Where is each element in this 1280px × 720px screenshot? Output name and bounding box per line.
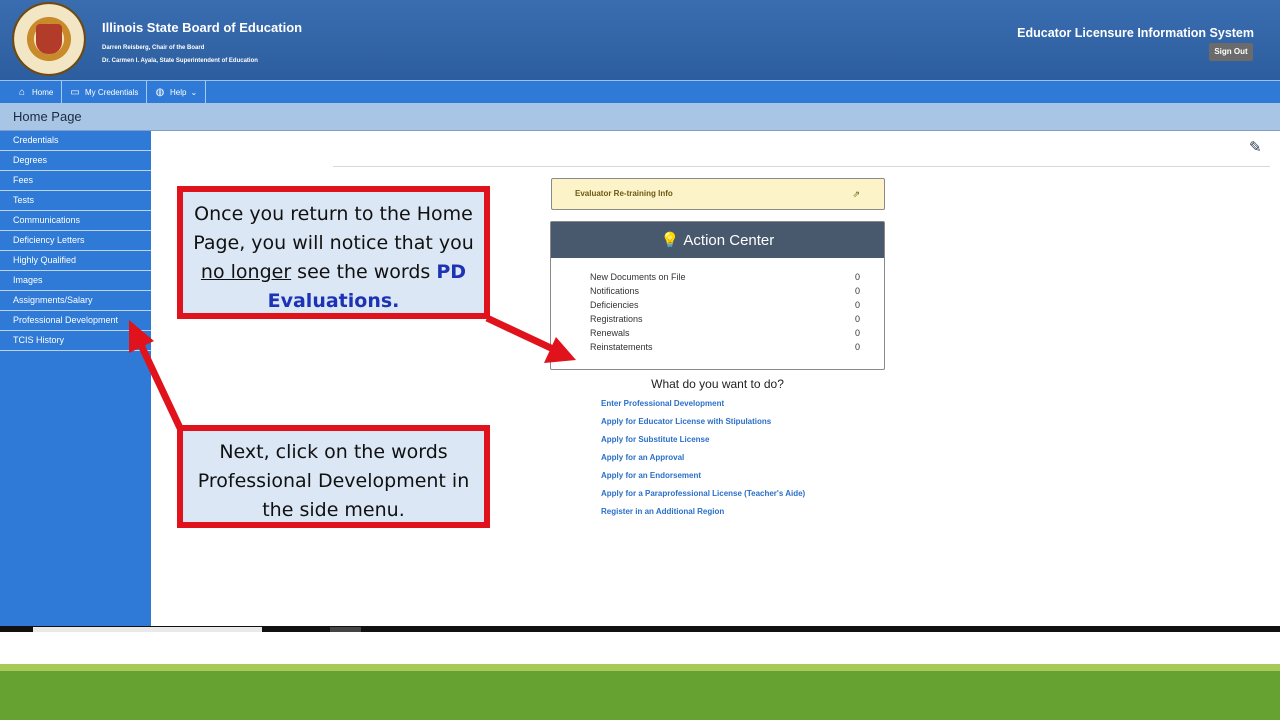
edit-icon[interactable]: ✎ [1249, 138, 1262, 156]
action-row-registrations: Registrations 0 [590, 314, 860, 324]
nav-home[interactable]: ⌂ Home [8, 81, 63, 103]
help-icon: ◍ [155, 86, 165, 98]
sidebar-item-communications[interactable]: Communications [0, 211, 151, 231]
sidebar-item-credentials[interactable]: Credentials [0, 131, 151, 151]
side-menu: Credentials Degrees Fees Tests Communica… [0, 131, 151, 627]
link-apply-endorsement[interactable]: Apply for an Endorsement [601, 471, 805, 489]
link-apply-paraprofessional-license[interactable]: Apply for a Paraprofessional License (Te… [601, 489, 805, 507]
underlined-text: no longer [200, 261, 292, 283]
sidebar-item-highly-qualified[interactable]: Highly Qualified [0, 251, 151, 271]
superintendent-line: Dr. Carmen I. Ayala, State Superintenden… [102, 58, 258, 64]
action-row-value: 0 [854, 272, 860, 282]
nav-my-credentials-label: My Credentials [85, 87, 139, 97]
sidebar-item-tests[interactable]: Tests [0, 191, 151, 211]
sidebar-item-fees[interactable]: Fees [0, 171, 151, 191]
taskbar-strip [0, 626, 1280, 632]
sidebar-item-assignments-salary[interactable]: Assignments/Salary [0, 291, 151, 311]
action-row-renewals: Renewals 0 [590, 328, 860, 338]
nav-help-label: Help [170, 87, 187, 97]
callout-return-home: Once you return to the Home Page, you wi… [177, 186, 490, 319]
action-row-value: 0 [854, 286, 860, 296]
sidebar-item-images[interactable]: Images [0, 271, 151, 291]
action-row-reinstatements: Reinstatements 0 [590, 342, 860, 352]
sidebar-item-degrees[interactable]: Degrees [0, 151, 151, 171]
link-apply-license-stipulations[interactable]: Apply for Educator License with Stipulat… [601, 417, 805, 435]
chevron-down-icon: ⌄ [190, 87, 198, 97]
slide: Illinois State Board of Education Darren… [0, 0, 1280, 720]
action-center-header: 💡 Action Center [551, 222, 884, 258]
action-row-new-documents: New Documents on File 0 [590, 272, 860, 282]
divider [333, 166, 1270, 167]
action-row-value: 0 [854, 300, 860, 310]
slide-footer-band [0, 664, 1280, 720]
retraining-info-label: Evaluator Re-training Info [575, 189, 673, 198]
nav-my-credentials[interactable]: ▭ My Credentials [61, 81, 148, 103]
home-icon: ⌂ [18, 86, 26, 98]
lightbulb-icon: 💡 [660, 232, 680, 249]
org-title: Illinois State Board of Education [102, 20, 303, 35]
task-links: Enter Professional Development Apply for… [601, 399, 805, 525]
sidebar-item-professional-development[interactable]: Professional Development [0, 311, 151, 331]
link-apply-substitute-license[interactable]: Apply for Substitute License [601, 435, 805, 453]
external-link-icon[interactable]: ⇗ [852, 189, 860, 200]
what-do-heading: What do you want to do? [651, 377, 784, 391]
action-row-value: 0 [854, 342, 860, 352]
chair-line: Darren Reisberg, Chair of the Board [102, 45, 205, 51]
page-title-bar: Home Page [0, 103, 1280, 131]
action-center-panel: 💡 Action Center New Documents on File 0 … [550, 221, 885, 370]
link-apply-approval[interactable]: Apply for an Approval [601, 453, 805, 471]
nav-home-label: Home [32, 87, 54, 97]
action-center-title: Action Center [683, 231, 775, 249]
sign-out-button[interactable]: Sign Out [1209, 43, 1253, 61]
action-row-value: 0 [854, 314, 860, 324]
link-enter-professional-development[interactable]: Enter Professional Development [601, 399, 805, 417]
app-header: Illinois State Board of Education Darren… [0, 0, 1280, 80]
sidebar-item-deficiency-letters[interactable]: Deficiency Letters [0, 231, 151, 251]
action-row-deficiencies: Deficiencies 0 [590, 300, 860, 310]
page-title: Home Page [13, 109, 82, 124]
monitor-icon: ▭ [70, 86, 80, 98]
nav-help[interactable]: ◍ Help ⌄ [146, 81, 207, 103]
action-row-notifications: Notifications 0 [590, 286, 860, 296]
state-seal-logo [12, 2, 86, 76]
system-title: Educator Licensure Information System [1017, 26, 1254, 40]
action-row-value: 0 [854, 328, 860, 338]
link-register-additional-region[interactable]: Register in an Additional Region [601, 507, 805, 525]
sidebar-item-tcis-history[interactable]: TCIS History [0, 331, 151, 351]
top-nav: ⌂ Home ▭ My Credentials ◍ Help ⌄ [0, 80, 1280, 103]
retraining-info-banner[interactable]: Evaluator Re-training Info ⇗ [551, 178, 885, 210]
callout-click-professional-development: Next, click on the words Professional De… [177, 425, 490, 528]
